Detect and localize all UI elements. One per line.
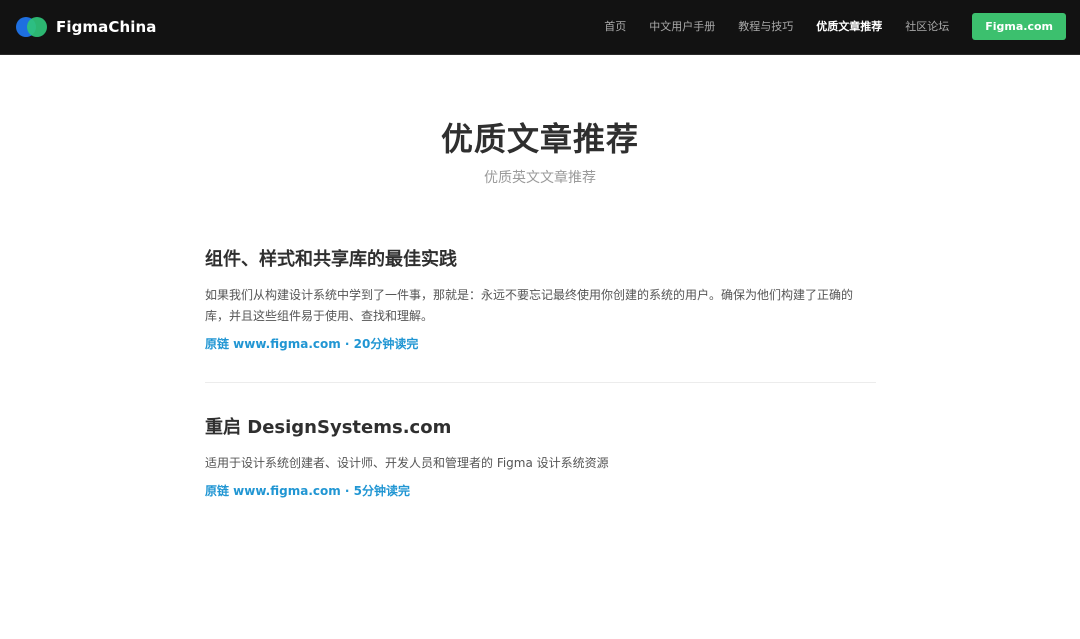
article-item: 组件、样式和共享库的最佳实践 如果我们从构建设计系统中学到了一件事，那就是：永远… xyxy=(205,246,876,352)
brand-link[interactable]: FigmaChina xyxy=(16,15,157,39)
article-title[interactable]: 组件、样式和共享库的最佳实践 xyxy=(205,246,876,274)
page-subtitle: 优质英文文章推荐 xyxy=(484,170,596,186)
nav-item-forum[interactable]: 社区论坛 xyxy=(905,18,949,34)
brand-name: FigmaChina xyxy=(56,18,157,36)
nav-item-user-manual[interactable]: 中文用户手册 xyxy=(649,18,715,34)
nav-item-home[interactable]: 首页 xyxy=(604,18,626,34)
article-list: 组件、样式和共享库的最佳实践 如果我们从构建设计系统中学到了一件事，那就是：永远… xyxy=(205,246,876,499)
figmachina-logo-icon xyxy=(16,16,48,38)
figma-com-button[interactable]: Figma.com xyxy=(972,12,1066,40)
article-source-link[interactable]: 原链 www.figma.com · 5分钟读完 xyxy=(205,483,410,499)
article-source-link[interactable]: 原链 www.figma.com · 20分钟读完 xyxy=(205,336,418,352)
page-title: 优质文章推荐 xyxy=(440,120,639,158)
nav-item-articles[interactable]: 优质文章推荐 xyxy=(816,18,882,34)
article-item: 重启 DesignSystems.com 适用于设计系统创建者、设计师、开发人员… xyxy=(205,414,876,499)
article-divider xyxy=(205,382,876,383)
article-description: 如果我们从构建设计系统中学到了一件事，那就是：永远不要忘记最终使用你创建的系统的… xyxy=(205,288,854,323)
top-navigation-bar: FigmaChina 首页 中文用户手册 教程与技巧 优质文章推荐 社区论坛 F… xyxy=(0,0,1080,55)
nav-item-tutorials[interactable]: 教程与技巧 xyxy=(738,18,793,34)
article-title[interactable]: 重启 DesignSystems.com xyxy=(205,414,876,442)
article-description: 适用于设计系统创建者、设计师、开发人员和管理者的 Figma 设计系统资源 xyxy=(205,456,609,470)
main-nav: 首页 中文用户手册 教程与技巧 优质文章推荐 社区论坛 Figma.com xyxy=(581,12,1066,40)
